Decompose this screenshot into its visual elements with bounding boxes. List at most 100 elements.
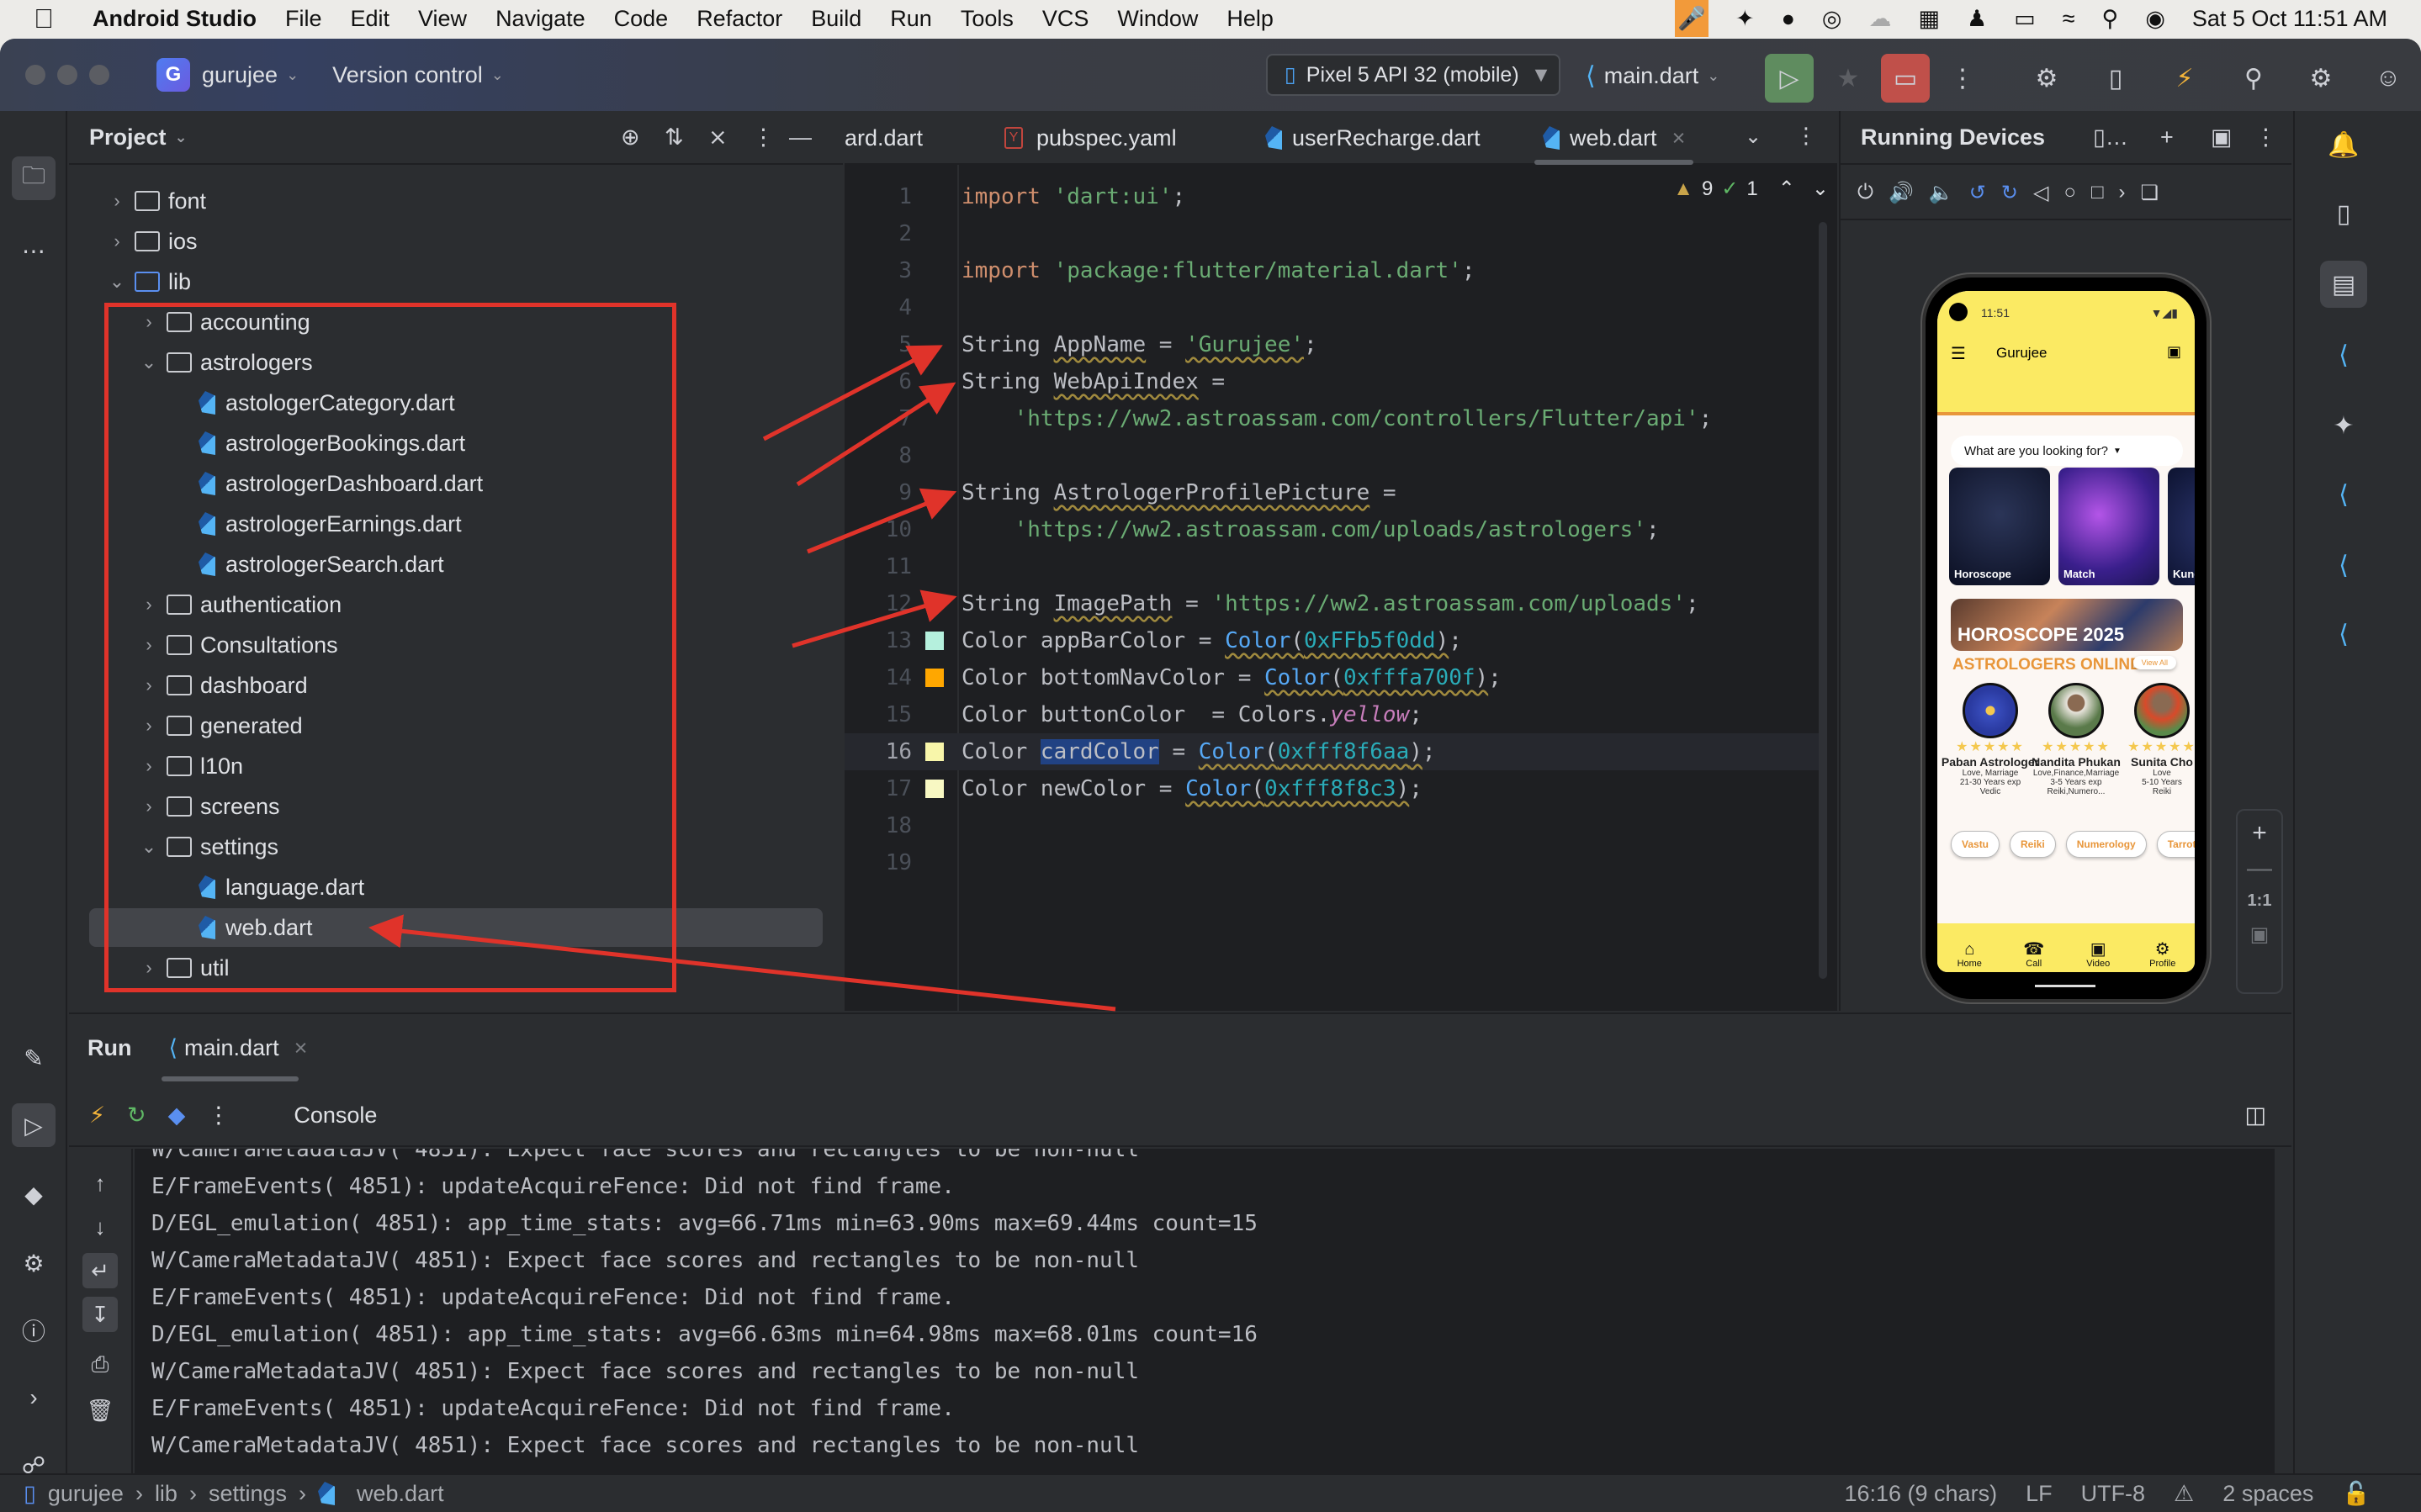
chevron-right-icon[interactable]: › <box>138 634 160 656</box>
apply-changes-icon[interactable]: ⚡ <box>2160 54 2209 103</box>
code-line[interactable]: 10 'https://ww2.astroassam.com/uploads/a… <box>845 511 1820 548</box>
back-icon[interactable]: ◁ <box>2033 181 2048 205</box>
tree-folder[interactable]: › font <box>69 182 826 220</box>
code-line[interactable]: 8 <box>845 437 1820 474</box>
tree-file[interactable]: astrologerBookings.dart <box>69 424 826 463</box>
tree-folder[interactable]: › accounting <box>69 303 826 341</box>
attach-debugger-icon[interactable]: ⚙ <box>2022 54 2071 103</box>
chevron-right-icon[interactable]: › <box>138 311 160 333</box>
code-line[interactable]: 5 String AppName = 'Gurujee'; <box>845 326 1820 363</box>
menu-build[interactable]: Build <box>811 6 861 32</box>
gem-icon[interactable]: ◆ <box>12 1172 56 1216</box>
scroll-to-end-icon[interactable]: ↧ <box>82 1297 118 1332</box>
caret-position[interactable]: 16:16 (9 chars) <box>1844 1481 1997 1507</box>
nav-item-call[interactable]: ☎ Call <box>2005 940 2063 969</box>
horoscope-card[interactable]: Horoscope <box>1949 468 2050 585</box>
color-swatch-icon[interactable] <box>925 632 944 650</box>
account-icon[interactable]: ☺ <box>2364 54 2413 103</box>
tree-folder[interactable]: ⌄ settings <box>69 827 826 866</box>
hot-reload-icon[interactable]: ⚡ <box>89 1102 105 1129</box>
device-manager-icon[interactable]: ▯ <box>2320 190 2367 237</box>
gemini-icon[interactable]: ✦ <box>2320 402 2367 449</box>
code-line[interactable]: 14 Color bottomNavColor = Color(0xfffa700… <box>845 659 1820 696</box>
menu-tools[interactable]: Tools <box>961 6 1014 32</box>
editor-tab[interactable]: ard.dart <box>845 111 923 165</box>
options-icon[interactable]: ⋮ <box>752 124 775 151</box>
zoom-in-icon[interactable]: + <box>2238 819 2281 848</box>
home-icon[interactable]: ○ <box>2063 181 2076 204</box>
tree-folder[interactable]: › screens <box>69 787 826 826</box>
settings-gear-icon[interactable]: ⚙ <box>2297 54 2345 103</box>
phone-screen[interactable]: 11:51 ▼◢▮ ☰ Gurujee ▣ What are you looki… <box>1937 291 2195 972</box>
menu-navigate[interactable]: Navigate <box>495 6 585 32</box>
console-output[interactable]: W/CameraMetadataJV( 4851): Expect face s… <box>135 1149 2275 1475</box>
editor-scrollbar[interactable] <box>1819 222 1827 979</box>
flutter-performance-icon[interactable]: ⟨ <box>2320 542 2367 589</box>
tree-folder[interactable]: › dashboard <box>69 666 826 705</box>
power-icon[interactable]: ⏻ <box>1857 181 1873 204</box>
code-line[interactable]: 12 String ImagePath = 'https://ww2.astroa… <box>845 585 1820 622</box>
chevron-right-icon[interactable]: › <box>106 230 128 252</box>
tree-folder[interactable]: ⌄ astrologers <box>69 343 826 382</box>
debug-button[interactable]: ★ <box>1824 54 1873 103</box>
menu-app-name[interactable]: Android Studio <box>93 6 257 32</box>
code-line[interactable]: 16 Color cardColor = Color(0xfff8f6aa); <box>845 733 1820 770</box>
code-line[interactable]: 18 <box>845 807 1820 844</box>
more-tools-icon[interactable]: ⋯ <box>12 229 56 272</box>
menu-edit[interactable]: Edit <box>350 6 389 32</box>
project-badge[interactable]: G <box>156 58 190 92</box>
notification-app-icon[interactable]: ● <box>1782 6 1795 32</box>
scroll-up-icon[interactable]: ↑ <box>82 1166 118 1201</box>
layout-icon[interactable]: ▣ <box>2211 124 2233 151</box>
breadcrumb-item[interactable]: gurujee <box>48 1481 124 1507</box>
inspections-icon[interactable]: ⚠ <box>2174 1481 2194 1507</box>
window-minimize-button[interactable] <box>57 65 77 85</box>
breadcrumb-item[interactable]: settings <box>209 1481 287 1507</box>
tree-folder[interactable]: › Consultations <box>69 626 826 664</box>
menu-refactor[interactable]: Refactor <box>697 6 782 32</box>
chevron-right-icon[interactable]: › <box>138 755 160 777</box>
breadcrumb-item[interactable]: web.dart <box>357 1481 444 1507</box>
tree-folder[interactable]: › util <box>69 949 826 987</box>
code-line[interactable]: 19 <box>845 844 1820 881</box>
volume-down-icon[interactable]: 🔈 <box>1929 181 1954 205</box>
console-tab[interactable]: Console <box>294 1102 377 1129</box>
options-icon[interactable]: ⋮ <box>2254 124 2277 151</box>
layout-toggle-icon[interactable]: ◫ <box>2244 1102 2266 1129</box>
run-config-selector[interactable]: ⟨ main.dart ⌄ <box>1586 57 1719 94</box>
view-all-button[interactable]: View All <box>2132 656 2176 669</box>
chevron-right-icon[interactable]: › <box>138 594 160 616</box>
scroll-down-icon[interactable]: ↓ <box>82 1209 118 1245</box>
kundali-card[interactable]: Kundali <box>2168 468 2195 585</box>
close-tab-icon[interactable]: × <box>1672 125 1686 151</box>
window-zoom-button[interactable] <box>89 65 109 85</box>
logcat-icon[interactable]: ⚙ <box>12 1241 56 1285</box>
tree-folder[interactable]: › generated <box>69 706 826 745</box>
indent-setting[interactable]: 2 spaces <box>2222 1481 2313 1507</box>
wifi-icon[interactable]: ≈ <box>2063 6 2075 32</box>
stop-button[interactable]: ▭ <box>1881 54 1930 103</box>
code-line[interactable]: 9 String AstrologerProfilePicture = <box>845 474 1820 511</box>
soft-wrap-icon[interactable]: ↵ <box>82 1253 118 1288</box>
tab-options-icon[interactable]: ⋮ <box>1795 123 1817 149</box>
match-card[interactable]: Match <box>2058 468 2159 585</box>
nav-item-profile[interactable]: ⚙ Profile <box>2133 940 2192 969</box>
color-swatch-icon[interactable] <box>925 780 944 798</box>
flutter-inspector-icon[interactable]: ⟨ <box>2320 331 2367 378</box>
line-ending[interactable]: LF <box>2026 1481 2053 1507</box>
category-chip[interactable]: Vastu <box>1951 831 2000 858</box>
print-icon[interactable]: ⎙ <box>82 1347 118 1382</box>
tree-folder[interactable]: ⌄ lib <box>69 262 826 301</box>
menu-run[interactable]: Run <box>890 6 932 32</box>
device-selector[interactable]: ▯ Pixel 5 API 32 (mobile) ▼ <box>1266 54 1560 96</box>
device-manager-icon[interactable]: ▯ <box>2091 54 2140 103</box>
code-line[interactable]: 13 Color appBarColor = Color(0xFFb5f0dd); <box>845 622 1820 659</box>
chevron-down-icon[interactable]: ⌄ <box>138 836 160 858</box>
version-control-menu[interactable]: Version control <box>332 62 483 88</box>
tree-file[interactable]: language.dart <box>69 868 826 907</box>
category-chip[interactable]: Tarrot <box>2156 831 2195 858</box>
rotate-right-icon[interactable]: ↻ <box>2001 181 2018 205</box>
zoom-fit-icon[interactable]: ▣ <box>2238 923 2281 947</box>
menu-window[interactable]: Window <box>1117 6 1198 32</box>
hamburger-menu-icon[interactable]: ☰ <box>1951 343 1966 364</box>
